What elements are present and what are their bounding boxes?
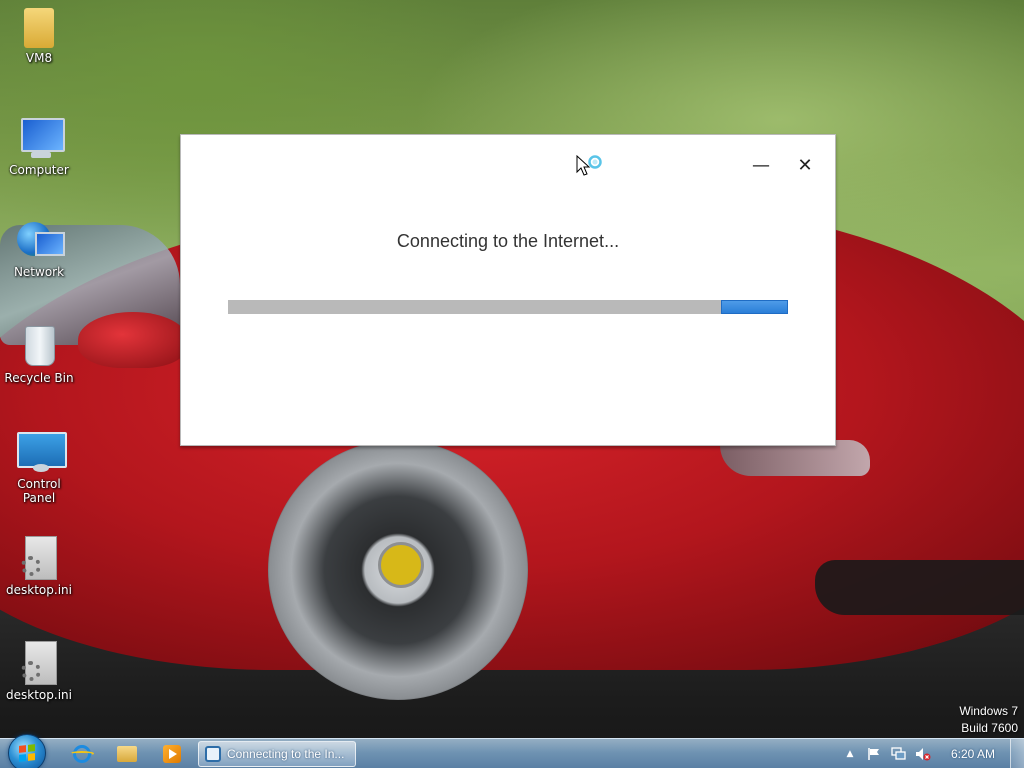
desktop-icon-label: Recycle Bin [4, 371, 74, 385]
taskbar-pin-internet-explorer[interactable] [62, 742, 102, 766]
settings-file-icon [17, 536, 61, 580]
settings-file-icon [17, 641, 61, 685]
wallpaper-wheel-hub [378, 542, 424, 588]
desktop-icon-desktop-ini[interactable]: desktop.ini [0, 536, 78, 597]
wallpaper-car-mirror [78, 312, 188, 368]
wallpaper-car-grille [815, 560, 1024, 615]
computer-icon [17, 116, 65, 160]
network-icon [17, 218, 65, 262]
watermark-line-2: Build 7600 [961, 721, 1018, 735]
taskbar-clock[interactable]: 6:20 AM [944, 747, 1002, 761]
control-panel-icon [17, 430, 67, 474]
close-button[interactable]: ✕ [791, 151, 819, 179]
desktop-icon-recycle-bin[interactable]: Recycle Bin [0, 324, 78, 385]
minimize-button[interactable]: — [747, 151, 775, 179]
show-desktop-button[interactable] [1010, 739, 1024, 768]
desktop-icon-label: Computer [9, 163, 69, 177]
desktop-icon-control-panel[interactable]: Control Panel [0, 430, 78, 505]
taskbar-task-connecting[interactable]: Connecting to the In... [198, 741, 356, 767]
internet-explorer-icon [70, 745, 94, 763]
desktop-icon-label: Control Panel [17, 477, 61, 505]
desktop-icon-label: Network [13, 265, 65, 279]
start-button[interactable] [8, 734, 46, 768]
desktop-icon-computer[interactable]: Computer [0, 116, 78, 177]
desktop[interactable]: VM8 Computer Network Recycle Bin Control… [0, 0, 1024, 768]
setup-app-icon [205, 746, 221, 762]
recycle-bin-icon [17, 324, 61, 368]
watermark-line-1: Windows 7 [959, 704, 1018, 718]
taskbar: Connecting to the In... ▲ 6:20 AM [0, 734, 1024, 768]
media-player-icon [163, 745, 181, 763]
dialog-title-bar[interactable] [181, 135, 835, 195]
volume-muted-icon[interactable] [915, 746, 931, 762]
connecting-dialog: — ✕ Connecting to the Internet... [180, 134, 836, 446]
busy-cursor-icon [576, 155, 602, 176]
desktop-icon-desktop-ini-2[interactable]: desktop.ini [0, 641, 78, 702]
progress-bar-fill [721, 300, 788, 314]
folder-icon [117, 746, 137, 762]
network-disconnected-icon[interactable] [891, 746, 907, 762]
desktop-icon-network[interactable]: Network [0, 218, 78, 279]
user-folder-icon [24, 8, 54, 48]
task-button-label: Connecting to the In... [227, 747, 345, 761]
desktop-icon-label: desktop.ini [6, 583, 72, 597]
show-hidden-icons-button[interactable]: ▲ [842, 746, 858, 762]
taskbar-pin-windows-explorer[interactable] [107, 742, 147, 766]
windows-build-watermark: Windows 7 Build 7600 [959, 703, 1018, 737]
desktop-icon-vm8[interactable]: VM8 [0, 8, 78, 65]
taskbar-pin-media-player[interactable] [152, 742, 192, 766]
action-center-flag-icon[interactable] [866, 746, 882, 762]
windows-logo-icon [19, 744, 35, 762]
progress-bar [228, 300, 788, 314]
dialog-message: Connecting to the Internet... [396, 231, 620, 251]
desktop-icon-label: VM8 [25, 51, 53, 65]
desktop-icon-label: desktop.ini [6, 688, 72, 702]
